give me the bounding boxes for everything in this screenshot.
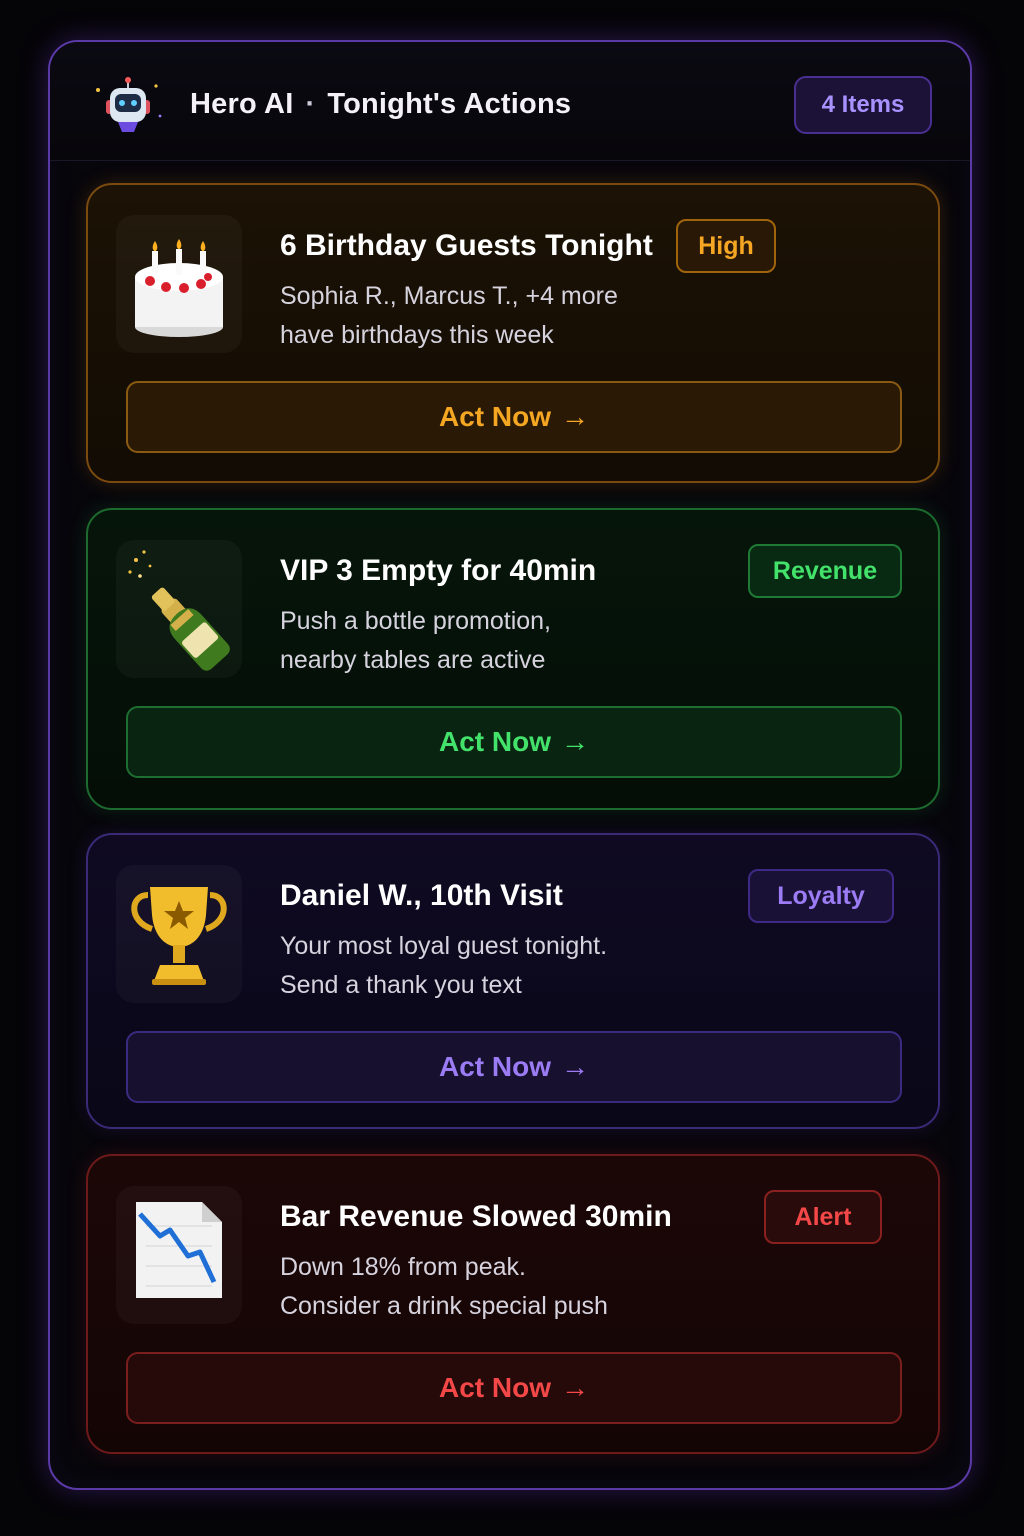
alert-tag: Alert [764, 1190, 882, 1244]
description-line: Push a bottle promotion, [280, 607, 551, 635]
panel-header: Hero AI · Tonight's Actions 4 Items [50, 42, 970, 161]
champagne-bottle-icon [128, 550, 230, 671]
card-icon-box [116, 540, 242, 678]
button-label: Act Now [439, 1372, 551, 1403]
card-title: VIP 3 Empty for 40min [280, 554, 597, 587]
arrow-right-icon: → [561, 726, 589, 757]
card-description: Sophia R., Marcus T., +4 more have birth… [280, 277, 740, 355]
description-line: Send a thank you text [280, 971, 522, 999]
birthday-cake-icon [135, 239, 223, 337]
button-label: Act Now [439, 401, 551, 432]
arrow-right-icon: → [561, 1051, 589, 1082]
card-title: 6 Birthday Guests Tonight [280, 229, 653, 262]
action-card-birthday: 6 Birthday Guests Tonight High Sophia R.… [86, 183, 940, 483]
category-tag: Revenue [748, 544, 902, 598]
description-line: Consider a drink special push [280, 1292, 608, 1320]
act-now-button[interactable]: Act Now → [126, 706, 902, 778]
button-label: Act Now [439, 1051, 551, 1082]
card-description: Down 18% from peak. Consider a drink spe… [280, 1248, 740, 1326]
category-tag: Loyalty [748, 869, 894, 923]
description-line: Your most loyal guest tonight. [280, 932, 608, 960]
button-label: Act Now [439, 726, 551, 757]
action-card-loyalty: Daniel W., 10th Visit Loyalty Your most … [86, 833, 940, 1129]
act-now-button[interactable]: Act Now → [126, 1352, 902, 1424]
act-now-button[interactable]: Act Now → [126, 1031, 902, 1103]
card-title: Daniel W., 10th Visit [280, 879, 563, 912]
card-icon-box [116, 865, 242, 1003]
card-title: Bar Revenue Slowed 30min [280, 1200, 672, 1233]
description-line: have birthdays this week [280, 321, 554, 349]
description-line: Sophia R., Marcus T., +4 more [280, 282, 618, 310]
card-icon-box [116, 1186, 242, 1324]
description-line: Down 18% from peak. [280, 1253, 526, 1281]
card-icon-box [116, 215, 242, 353]
chart-decreasing-icon [136, 1202, 222, 1298]
page-title: Tonight's Actions [327, 88, 572, 120]
header-title: Hero AI · Tonight's Actions [190, 88, 571, 121]
trophy-icon [131, 887, 227, 985]
brand-name: Hero AI [190, 88, 294, 120]
priority-tag: High [676, 219, 776, 273]
action-card-revenue-alert: Bar Revenue Slowed 30min Alert Down 18% … [86, 1154, 940, 1454]
act-now-button[interactable]: Act Now → [126, 381, 902, 453]
title-separator: · [305, 88, 316, 120]
actions-panel: Hero AI · Tonight's Actions 4 Items 6 Bi… [48, 40, 972, 1490]
action-card-vip: VIP 3 Empty for 40min Revenue Push a bot… [86, 508, 940, 810]
robot-icon [96, 77, 162, 132]
card-description: Push a bottle promotion, nearby tables a… [280, 602, 740, 680]
description-line: nearby tables are active [280, 646, 546, 674]
arrow-right-icon: → [561, 401, 589, 432]
card-description: Your most loyal guest tonight. Send a th… [280, 927, 740, 1005]
arrow-right-icon: → [561, 1372, 589, 1403]
items-count-badge: 4 Items [794, 76, 932, 134]
